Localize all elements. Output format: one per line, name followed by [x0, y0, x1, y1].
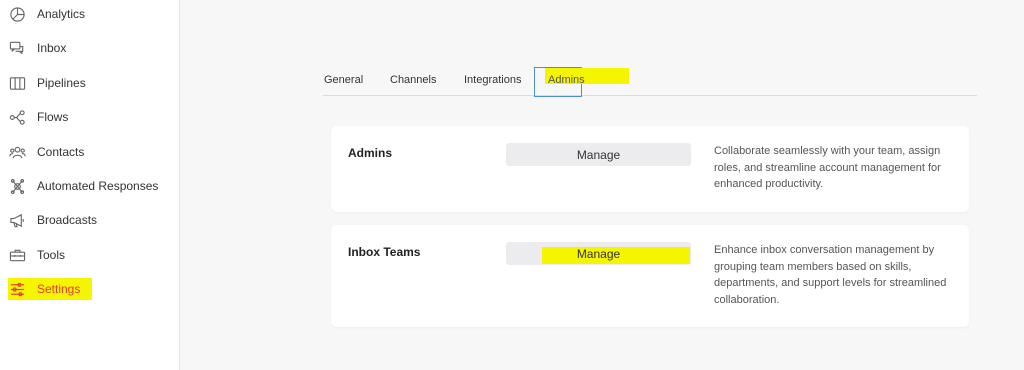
card-description: Enhance inbox conversation management by…	[714, 244, 947, 306]
sidebar-item-label: Flows	[37, 110, 69, 124]
sidebar: Analytics Inbox Pipelines Flows Contacts…	[0, 0, 180, 370]
sidebar-item-analytics[interactable]: Analytics	[8, 3, 85, 25]
people-icon	[8, 143, 26, 161]
sidebar-item-label: Broadcasts	[37, 213, 98, 227]
sidebar-item-label: Settings	[37, 282, 81, 296]
toolbox-icon	[8, 246, 26, 264]
tab-integrations[interactable]: Integrations	[464, 74, 521, 86]
button-label: Manage	[576, 246, 621, 261]
tab-channels[interactable]: Channels	[390, 74, 436, 86]
sidebar-item-contacts[interactable]: Contacts	[8, 141, 84, 163]
settings-tabs: General Channels Integrations Admins	[323, 66, 977, 97]
tab-admins[interactable]: Admins	[548, 74, 585, 86]
columns-icon	[8, 74, 26, 92]
automation-icon	[8, 177, 26, 195]
manage-admins-button[interactable]: Manage	[506, 143, 691, 166]
sidebar-item-label: Inbox	[37, 41, 67, 55]
manage-inbox-teams-button[interactable]: Manage	[506, 242, 691, 265]
sidebar-item-broadcasts[interactable]: Broadcasts	[8, 209, 97, 231]
sidebar-item-automated-responses[interactable]: Automated Responses	[8, 175, 158, 197]
sidebar-item-label: Pipelines	[37, 76, 86, 90]
sliders-icon	[8, 280, 26, 298]
sidebar-item-pipelines[interactable]: Pipelines	[8, 72, 86, 94]
sidebar-item-settings[interactable]: Settings	[8, 278, 93, 300]
button-label: Manage	[576, 147, 621, 162]
tab-general[interactable]: General	[324, 74, 363, 86]
sidebar-item-label: Tools	[37, 248, 66, 262]
inbox-teams-card: Inbox Teams Manage Enhance inbox convers…	[331, 225, 969, 327]
card-title: Admins	[348, 146, 393, 160]
sidebar-item-label: Analytics	[37, 7, 86, 21]
sidebar-item-flows[interactable]: Flows	[8, 106, 68, 128]
flow-icon	[8, 108, 26, 126]
megaphone-icon	[8, 211, 26, 229]
admins-card: Admins Manage Collaborate seamlessly wit…	[331, 126, 969, 212]
card-description: Collaborate seamlessly with your team, a…	[714, 145, 941, 190]
sidebar-item-tools[interactable]: Tools	[8, 244, 65, 266]
sidebar-item-inbox[interactable]: Inbox	[8, 37, 66, 59]
card-title: Inbox Teams	[348, 245, 421, 259]
chat-bubbles-icon	[8, 39, 26, 57]
sidebar-item-label: Automated Responses	[37, 179, 159, 193]
pie-chart-icon	[8, 5, 26, 23]
sidebar-item-label: Contacts	[37, 145, 85, 159]
main-content: General Channels Integrations Admins Adm…	[181, 0, 1024, 370]
